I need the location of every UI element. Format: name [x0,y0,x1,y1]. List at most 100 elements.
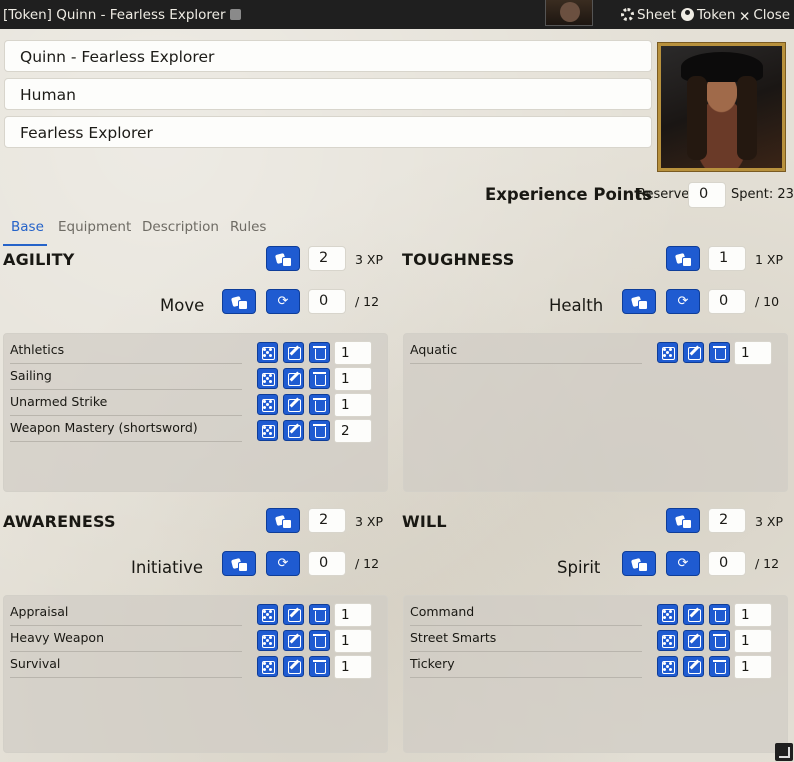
skill-delete-button[interactable] [309,630,330,651]
dice-icon [276,516,292,529]
skill-name: Unarmed Strike [10,394,242,416]
spirit-max: / 12 [755,556,780,571]
skill-name: Survival [10,656,242,678]
awareness-xp: 3 XP [355,514,384,529]
refresh-icon: ⟳ [277,556,289,571]
skill-value-input[interactable]: 1 [334,603,372,627]
skill-delete-button[interactable] [309,394,330,415]
skill-roll-button[interactable] [657,342,678,363]
skill-delete-button[interactable] [309,368,330,389]
skill-name: Heavy Weapon [10,630,242,652]
tab-base[interactable]: Base [11,219,44,235]
skill-delete-button[interactable] [709,630,730,651]
move-roll-button[interactable] [222,289,256,314]
skill-edit-button[interactable] [283,656,304,677]
skill-roll-button[interactable] [257,604,278,625]
concept-field[interactable]: Fearless Explorer [4,116,652,148]
name-field[interactable]: Quinn - Fearless Explorer [4,40,652,72]
skill-delete-button[interactable] [309,420,330,441]
health-input[interactable]: 0 [708,289,746,314]
close-icon: ✕ [739,9,751,25]
skill-roll-button[interactable] [657,656,678,677]
skill-edit-button[interactable] [283,420,304,441]
initiative-roll-button[interactable] [222,551,256,576]
skill-edit-button[interactable] [683,342,704,363]
token-button[interactable]: Token [681,7,735,23]
skill-edit-button[interactable] [283,604,304,625]
token-button-label: Token [697,7,736,23]
move-reset-button[interactable]: ⟳ [266,289,300,314]
skill-value-input[interactable]: 1 [734,603,772,627]
toughness-roll-button[interactable] [666,246,700,271]
agility-roll-button[interactable] [266,246,300,271]
skill-roll-button[interactable] [257,630,278,651]
skill-delete-button[interactable] [709,604,730,625]
tab-description[interactable]: Description [142,219,219,235]
tab-equipment[interactable]: Equipment [58,219,131,235]
skill-roll-button[interactable] [657,630,678,651]
skill-edit-button[interactable] [683,604,704,625]
attr-toughness-title: TOUGHNESS [402,250,515,269]
skill-delete-button[interactable] [309,342,330,363]
agility-value-input[interactable]: 2 [308,246,346,271]
skill-edit-button[interactable] [283,630,304,651]
will-value-input[interactable]: 2 [708,508,746,533]
attr-will-title: WILL [402,512,447,531]
lock-icon [229,9,241,20]
spirit-roll-button[interactable] [622,551,656,576]
skill-delete-button[interactable] [709,342,730,363]
awareness-roll-button[interactable] [266,508,300,533]
sheet-button[interactable]: Sheet [621,7,676,23]
skill-edit-button[interactable] [283,368,304,389]
skill-name: Street Smarts [410,630,642,652]
skill-name: Aquatic [410,342,642,364]
skill-edit-button[interactable] [683,656,704,677]
initiative-input[interactable]: 0 [308,551,346,576]
refresh-icon: ⟳ [277,294,289,309]
skill-name: Weapon Mastery (shortsword) [10,420,242,442]
spirit-reset-button[interactable]: ⟳ [666,551,700,576]
skill-delete-button[interactable] [309,656,330,677]
skill-value-input[interactable]: 1 [734,655,772,679]
skill-value-input[interactable]: 1 [334,629,372,653]
close-button[interactable]: ✕ Close [739,7,790,25]
skill-roll-button[interactable] [257,420,278,441]
toughness-value-input[interactable]: 1 [708,246,746,271]
character-portrait[interactable] [658,43,785,171]
skill-roll-button[interactable] [257,368,278,389]
dice-icon [632,559,648,572]
spirit-input[interactable]: 0 [708,551,746,576]
skill-edit-button[interactable] [283,394,304,415]
skill-roll-button[interactable] [657,604,678,625]
tab-rules[interactable]: Rules [230,219,266,235]
health-roll-button[interactable] [622,289,656,314]
skill-value-input[interactable]: 1 [334,393,372,417]
skill-delete-button[interactable] [709,656,730,677]
ancestry-field[interactable]: Human [4,78,652,110]
health-reset-button[interactable]: ⟳ [666,289,700,314]
skill-value-input[interactable]: 1 [334,655,372,679]
reserve-input[interactable]: 0 [688,182,726,208]
skill-edit-button[interactable] [283,342,304,363]
toughness-xp: 1 XP [755,252,784,267]
will-roll-button[interactable] [666,508,700,533]
awareness-value-input[interactable]: 2 [308,508,346,533]
initiative-reset-button[interactable]: ⟳ [266,551,300,576]
skill-value-input[interactable]: 2 [334,419,372,443]
token-avatar[interactable] [545,0,593,26]
skill-roll-button[interactable] [257,342,278,363]
skill-value-input[interactable]: 1 [734,629,772,653]
skill-value-input[interactable]: 1 [734,341,772,365]
skill-edit-button[interactable] [683,630,704,651]
skill-value-input[interactable]: 1 [334,367,372,391]
resize-icon[interactable] [775,743,793,761]
skill-delete-button[interactable] [309,604,330,625]
dice-icon [632,297,648,310]
window-header[interactable]: [Token] Quinn - Fearless Explorer Sheet … [0,0,794,29]
skill-roll-button[interactable] [257,394,278,415]
move-input[interactable]: 0 [308,289,346,314]
skill-value-input[interactable]: 1 [334,341,372,365]
skill-roll-button[interactable] [257,656,278,677]
move-label: Move [160,296,205,315]
attr-awareness-title: AWARENESS [3,512,116,531]
